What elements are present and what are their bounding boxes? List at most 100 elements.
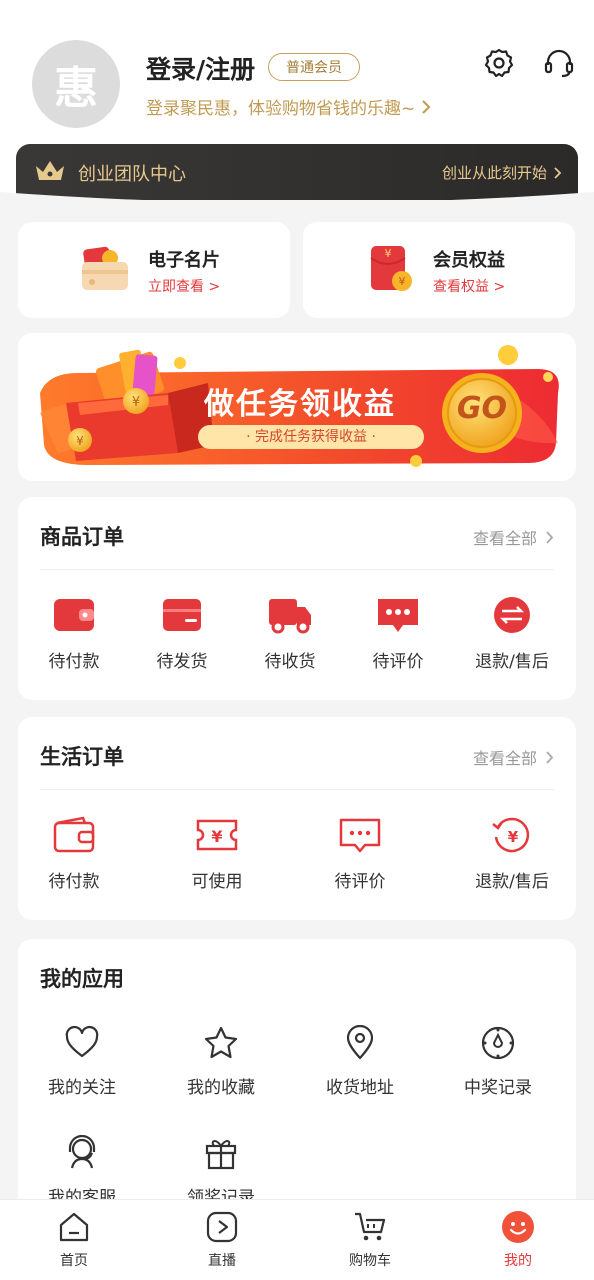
my-apps-title: 我的应用 — [40, 967, 124, 991]
avatar[interactable]: 惠 — [32, 40, 120, 128]
product-orders-card: 商品订单 查看全部 待付款 待发货 待收货 待评价 退款/售后 — [18, 497, 576, 700]
product-orders-title: 商品订单 — [40, 525, 124, 549]
view-all-text: 查看全部 — [472, 529, 537, 548]
profile-icon — [502, 1211, 534, 1243]
view-all-text: 查看全部 — [472, 749, 537, 768]
nav-cart[interactable]: 购物车 — [330, 1210, 410, 1270]
customer-service-button[interactable] — [542, 46, 576, 80]
svg-text:¥: ¥ — [399, 275, 406, 288]
nav-label: 直播 — [208, 1253, 236, 1269]
app-label: 我的收藏 — [187, 1078, 255, 1098]
business-card-link[interactable]: 立即查看 > — [148, 276, 220, 296]
business-card-title: 电子名片 — [148, 250, 220, 271]
location-icon — [346, 1025, 374, 1060]
order-label: 待收货 — [264, 652, 316, 672]
header-curve — [0, 192, 594, 206]
app-my-follows[interactable]: 我的关注 — [34, 1025, 130, 1098]
divider — [40, 789, 554, 790]
life-orders-card: 生活订单 查看全部 待付款 ¥ 可使用 待评价 ¥ 退款/售后 — [18, 717, 576, 920]
banner-subtitle: · 完成任务获得收益 · — [246, 429, 376, 445]
bottom-navigation: 首页 直播 购物车 我的 — [0, 1199, 594, 1280]
business-card-entry[interactable]: 电子名片 立即查看 > — [18, 222, 290, 318]
gear-icon — [484, 48, 514, 78]
app-my-favorites[interactable]: 我的收藏 — [173, 1025, 269, 1098]
crown-icon — [36, 161, 64, 180]
svg-text:¥: ¥ — [132, 395, 140, 410]
app-shipping-address[interactable]: 收货地址 — [312, 1025, 408, 1098]
login-prompt-text: 登录聚民惠，体验购物省钱的乐趣~ — [146, 99, 416, 119]
chevron-right-icon — [546, 750, 554, 764]
svg-text:¥: ¥ — [385, 247, 392, 260]
svg-text:¥: ¥ — [211, 827, 222, 846]
home-icon — [59, 1212, 89, 1242]
profile-header: 惠 登录/注册 普通会员 登录聚民惠，体验购物省钱的乐趣~ 创业团队中心 创业从… — [0, 0, 594, 206]
order-label: 退款/售后 — [475, 652, 549, 672]
svg-text:¥: ¥ — [508, 828, 519, 846]
banner-go-button[interactable]: GO — [448, 391, 516, 426]
ticket-icon: ¥ — [196, 819, 238, 851]
truck-icon — [269, 599, 311, 634]
nav-label: 我的 — [504, 1253, 532, 1269]
nav-profile[interactable]: 我的 — [478, 1210, 558, 1270]
chevron-right-icon — [422, 99, 431, 114]
chevron-right-icon — [554, 166, 562, 179]
prize-icon — [481, 1026, 515, 1060]
heart-icon — [65, 1025, 99, 1058]
divider — [40, 569, 554, 570]
avatar-char: 惠 — [54, 63, 98, 114]
app-prize-records[interactable]: 中奖记录 — [450, 1025, 546, 1098]
svg-text:¥: ¥ — [76, 434, 84, 448]
member-rights-link[interactable]: 查看权益 > — [433, 276, 505, 296]
app-label: 收货地址 — [326, 1078, 394, 1098]
nav-live[interactable]: 直播 — [182, 1210, 262, 1270]
order-refund-aftersale[interactable]: 退款/售后 — [462, 595, 562, 672]
package-icon — [163, 599, 201, 631]
team-center-title: 创业团队中心 — [78, 164, 186, 185]
app-label: 我的关注 — [48, 1078, 116, 1098]
member-level-badge: 普通会员 — [268, 53, 360, 81]
member-rights-entry[interactable]: ¥ ¥ 会员权益 查看权益 > — [303, 222, 575, 318]
live-icon — [206, 1211, 238, 1243]
comment-icon — [339, 818, 381, 853]
settings-button[interactable] — [482, 46, 516, 80]
login-prompt[interactable]: 登录聚民惠，体验购物省钱的乐趣~ — [146, 94, 431, 119]
nav-label: 购物车 — [349, 1253, 391, 1269]
app-label: 中奖记录 — [464, 1078, 532, 1098]
life-usable[interactable]: ¥ 可使用 — [173, 815, 261, 892]
chevron-right-icon — [546, 530, 554, 544]
my-apps-card: 我的应用 我的关注 我的收藏 收货地址 中奖记录 我的客服 领奖记录 — [18, 939, 576, 1229]
order-label: 待付款 — [48, 652, 100, 672]
gift-icon — [205, 1140, 237, 1170]
headset-icon — [544, 49, 574, 78]
nav-home[interactable]: 首页 — [34, 1210, 114, 1270]
life-orders-view-all[interactable]: 查看全部 — [473, 745, 554, 769]
cart-icon — [355, 1212, 386, 1241]
business-card-icon — [82, 246, 128, 290]
order-label: 待评价 — [334, 872, 386, 892]
refund-icon: ¥ — [492, 817, 530, 853]
app-prize-claim-records[interactable]: 领奖记录 — [173, 1135, 269, 1208]
order-label: 待付款 — [48, 872, 100, 892]
wallet-icon — [53, 816, 95, 853]
banner-title: 做任务领收益 — [204, 387, 396, 422]
login-register-link[interactable]: 登录/注册 — [146, 50, 255, 86]
red-envelope-icon: ¥ ¥ — [370, 246, 412, 291]
product-orders-view-all[interactable]: 查看全部 — [473, 525, 554, 549]
order-label: 待发货 — [156, 652, 208, 672]
task-reward-banner[interactable]: ¥ ¥ 做任务领收益 · 完成任务获得收益 · GO — [18, 333, 576, 481]
order-pending-review[interactable]: 待评价 — [354, 595, 442, 672]
order-pending-receipt[interactable]: 待收货 — [246, 595, 334, 672]
life-pending-payment[interactable]: 待付款 — [30, 815, 118, 892]
app-my-service[interactable]: 我的客服 — [34, 1135, 130, 1208]
life-pending-review[interactable]: 待评价 — [316, 815, 404, 892]
star-icon — [204, 1026, 238, 1059]
order-label: 可使用 — [191, 872, 243, 892]
comment-icon — [378, 599, 418, 632]
team-center-link-text: 创业从此刻开始 — [441, 164, 547, 182]
nav-label: 首页 — [60, 1253, 88, 1269]
order-pending-shipment[interactable]: 待发货 — [138, 595, 226, 672]
team-center-link[interactable]: 创业从此刻开始 — [442, 162, 562, 183]
member-rights-title: 会员权益 — [433, 250, 505, 271]
order-pending-payment[interactable]: 待付款 — [30, 595, 118, 672]
life-refund-aftersale[interactable]: ¥ 退款/售后 — [462, 815, 562, 892]
